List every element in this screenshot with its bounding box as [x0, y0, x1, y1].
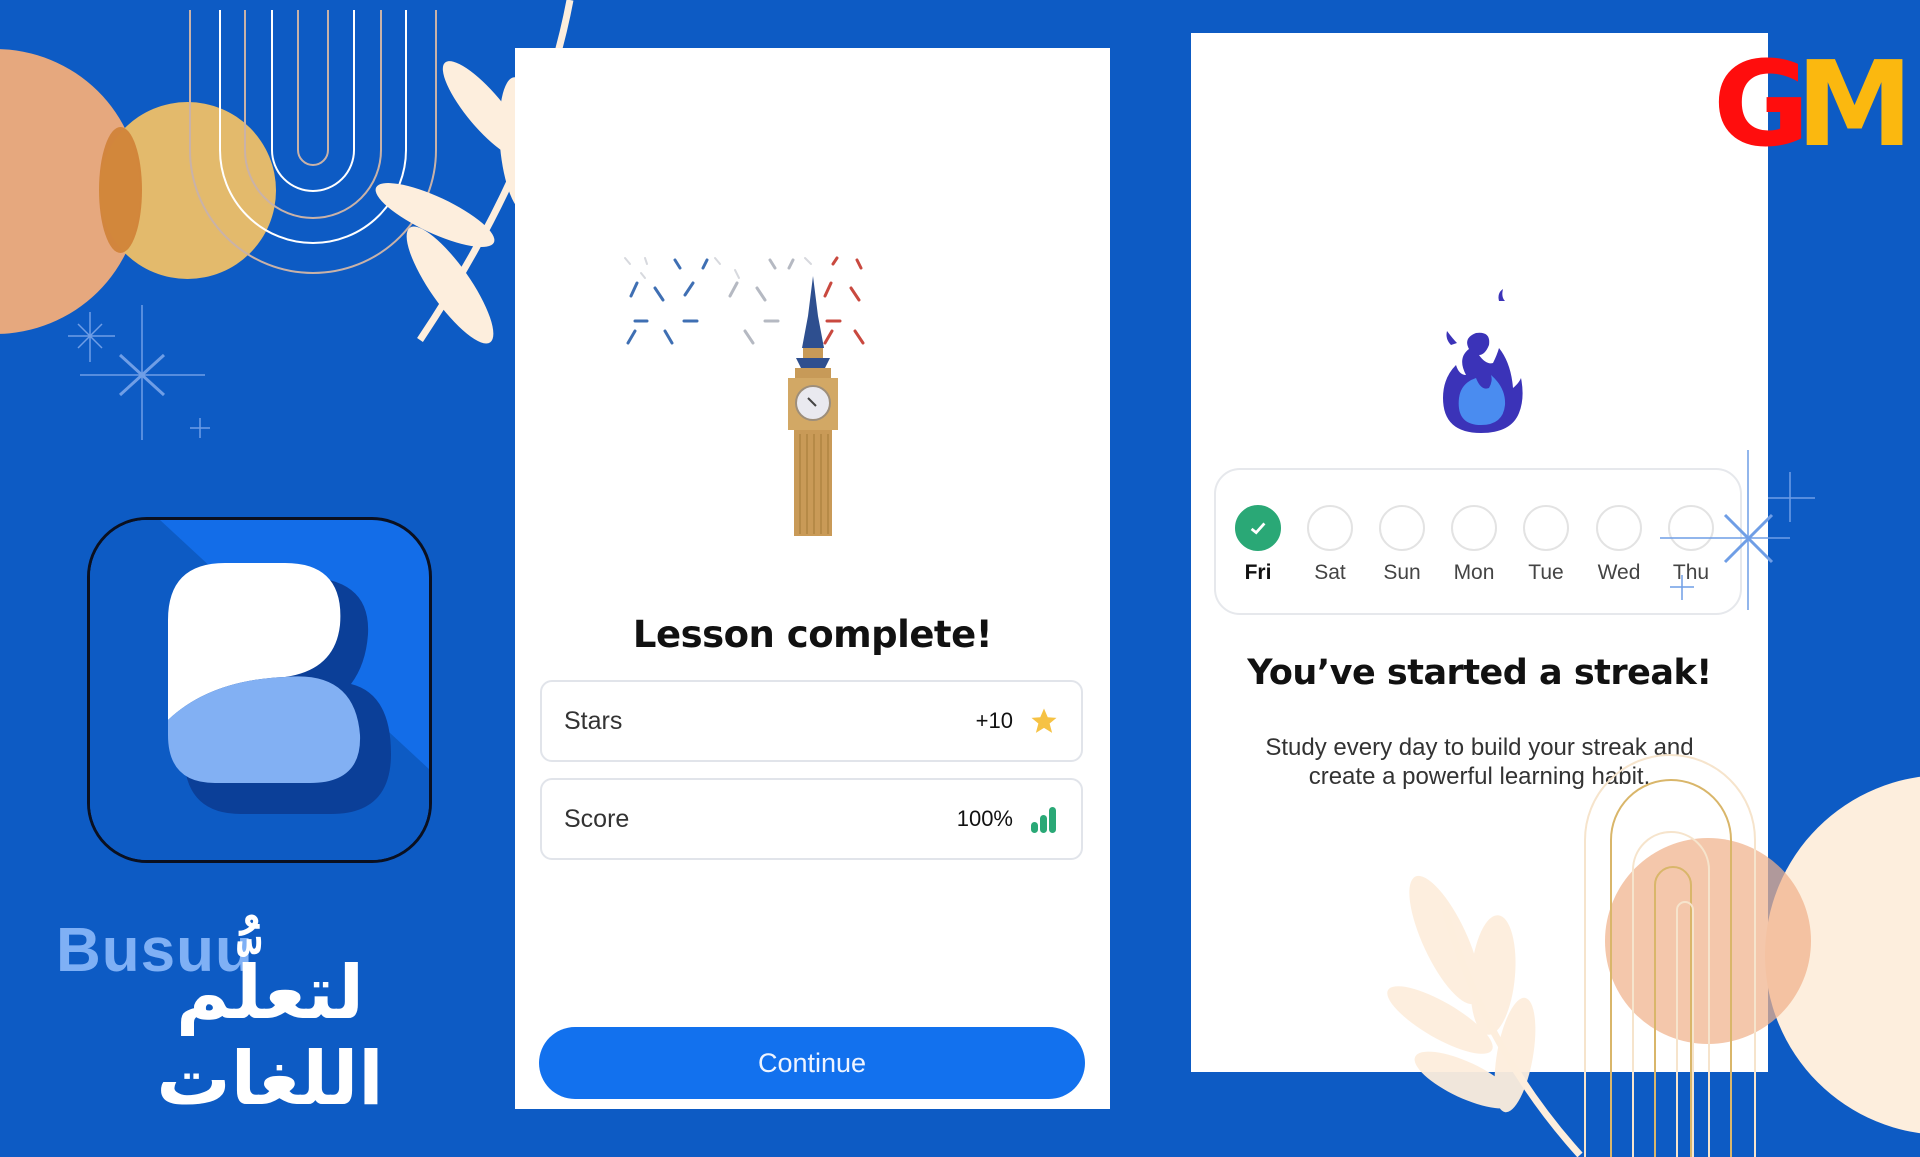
day-label: Tue	[1528, 561, 1564, 584]
day-status-empty	[1451, 505, 1497, 551]
score-value: 100%	[956, 806, 1013, 831]
day-sat: Sat	[1300, 505, 1360, 585]
day-label: Sat	[1314, 561, 1346, 584]
signal-bars-icon	[1031, 807, 1056, 833]
gm-watermark-logo: GM	[1713, 45, 1913, 163]
stars-label: Stars	[564, 706, 623, 735]
day-status-empty	[1523, 505, 1569, 551]
score-label: Score	[564, 804, 630, 833]
day-status-empty	[1379, 505, 1425, 551]
gm-watermark-m: M	[1795, 35, 1913, 173]
big-ben-illustration	[788, 276, 838, 536]
day-fri: Fri	[1228, 505, 1288, 585]
day-wed: Wed	[1589, 505, 1649, 585]
decor-sparkles-right	[1660, 450, 1815, 610]
stars-value: +10	[975, 708, 1013, 733]
gm-watermark-g: G	[1713, 35, 1810, 173]
decor-circle-overlap	[99, 127, 142, 253]
continue-button[interactable]: Continue	[539, 1027, 1085, 1099]
check-icon	[1250, 522, 1266, 535]
decor-sparkles-left	[68, 305, 210, 440]
lesson-complete-screen: Lesson complete! Stars +10 Score 100% Co…	[515, 48, 1110, 1109]
day-status-empty	[1307, 505, 1353, 551]
day-label: Mon	[1453, 561, 1495, 584]
day-label: Wed	[1597, 561, 1641, 584]
day-sun: Sun	[1372, 505, 1432, 585]
lesson-complete-title: Lesson complete!	[632, 613, 993, 656]
day-label: Fri	[1244, 561, 1272, 584]
day-tue: Tue	[1516, 505, 1576, 585]
star-icon	[1031, 708, 1057, 733]
arabic-tagline: لتعلُّم اللغات	[156, 950, 384, 1122]
day-mon: Mon	[1444, 505, 1504, 585]
day-status-done	[1235, 505, 1281, 551]
decor-leaves-bottom	[1387, 875, 1583, 1157]
day-status-empty	[1596, 505, 1642, 551]
day-label: Sun	[1383, 561, 1421, 584]
busuu-logo-icon	[90, 520, 429, 860]
busuu-app-icon	[87, 517, 432, 863]
score-row: Score 100%	[540, 778, 1083, 860]
flame-icon	[1443, 289, 1523, 433]
stars-row: Stars +10	[540, 680, 1083, 762]
